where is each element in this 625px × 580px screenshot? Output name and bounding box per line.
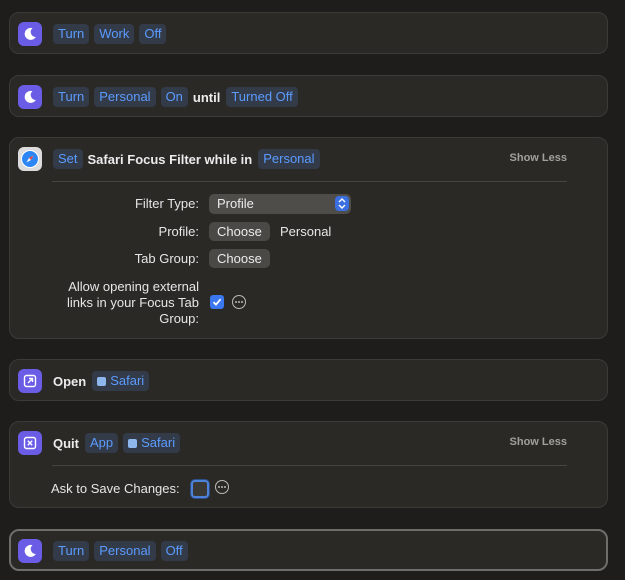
tab-group-choose-button[interactable]: Choose <box>209 249 270 268</box>
allow-external-links-checkbox[interactable] <box>210 295 224 309</box>
focus-work-token[interactable]: Work <box>94 24 135 44</box>
more-options-icon[interactable] <box>215 480 229 494</box>
ask-to-save-checkbox[interactable] <box>191 480 209 498</box>
action-turn-personal-off[interactable]: Turn Personal Off <box>9 529 608 571</box>
divider <box>52 181 567 182</box>
open-arrow-icon <box>18 369 42 393</box>
show-less-button[interactable]: Show Less <box>510 436 567 448</box>
until-turned-off-token[interactable]: Turned Off <box>226 87 298 107</box>
moon-icon <box>18 539 42 563</box>
action-turn-work-off[interactable]: Turn Work Off <box>9 12 608 54</box>
chevron-updown-icon <box>335 196 349 211</box>
state-off-token[interactable]: Off <box>160 541 188 561</box>
safari-mini-icon <box>128 438 138 448</box>
moon-icon <box>18 85 42 109</box>
safari-filter-title: Safari Focus Filter while in <box>87 151 253 167</box>
set-token[interactable]: Set <box>53 149 83 169</box>
turn-token[interactable]: Turn <box>53 24 90 44</box>
filter-type-select[interactable]: Profile <box>209 194 351 214</box>
action-quit-app[interactable]: Quit App Safari Show Less Ask to Save Ch… <box>9 421 608 508</box>
moon-icon <box>18 22 42 46</box>
action-set-safari-focus-filter[interactable]: Set Safari Focus Filter while in Persona… <box>9 137 608 339</box>
app-token[interactable]: App <box>85 433 119 453</box>
state-off-token[interactable]: Off <box>139 24 167 44</box>
action-turn-personal-on[interactable]: Turn Personal On until Turned Off <box>9 75 608 117</box>
safari-mini-icon <box>97 376 107 386</box>
quit-text: Quit <box>53 435 79 451</box>
turn-token[interactable]: Turn <box>53 87 90 107</box>
close-x-icon <box>18 431 42 455</box>
focus-personal-token[interactable]: Personal <box>94 87 156 107</box>
more-options-icon[interactable] <box>232 295 246 309</box>
filter-type-label: Filter Type: <box>134 196 199 211</box>
safari-icon <box>18 147 42 171</box>
safari-app-label: Safari <box>141 435 176 450</box>
open-text: Open <box>53 373 87 389</box>
focus-personal-token[interactable]: Personal <box>258 149 320 169</box>
until-text: until <box>192 89 221 105</box>
show-less-button[interactable]: Show Less <box>510 152 567 164</box>
ask-to-save-label: Ask to Save Changes: <box>51 481 180 496</box>
action-open-safari[interactable]: Open Safari <box>9 359 608 401</box>
safari-app-token[interactable]: Safari <box>123 433 181 453</box>
profile-choose-button[interactable]: Choose <box>209 222 270 241</box>
tab-group-label: Tab Group: <box>134 251 199 266</box>
profile-value: Personal <box>280 224 332 239</box>
safari-app-token[interactable]: Safari <box>92 371 150 391</box>
turn-token[interactable]: Turn <box>53 541 90 561</box>
focus-personal-token[interactable]: Personal <box>94 541 156 561</box>
profile-label: Profile: <box>158 224 199 239</box>
state-on-token[interactable]: On <box>160 87 188 107</box>
divider <box>52 465 567 466</box>
allow-external-links-label: Allow opening external links in your Foc… <box>67 279 199 326</box>
filter-type-value: Profile <box>217 196 254 211</box>
safari-app-label: Safari <box>110 373 145 388</box>
